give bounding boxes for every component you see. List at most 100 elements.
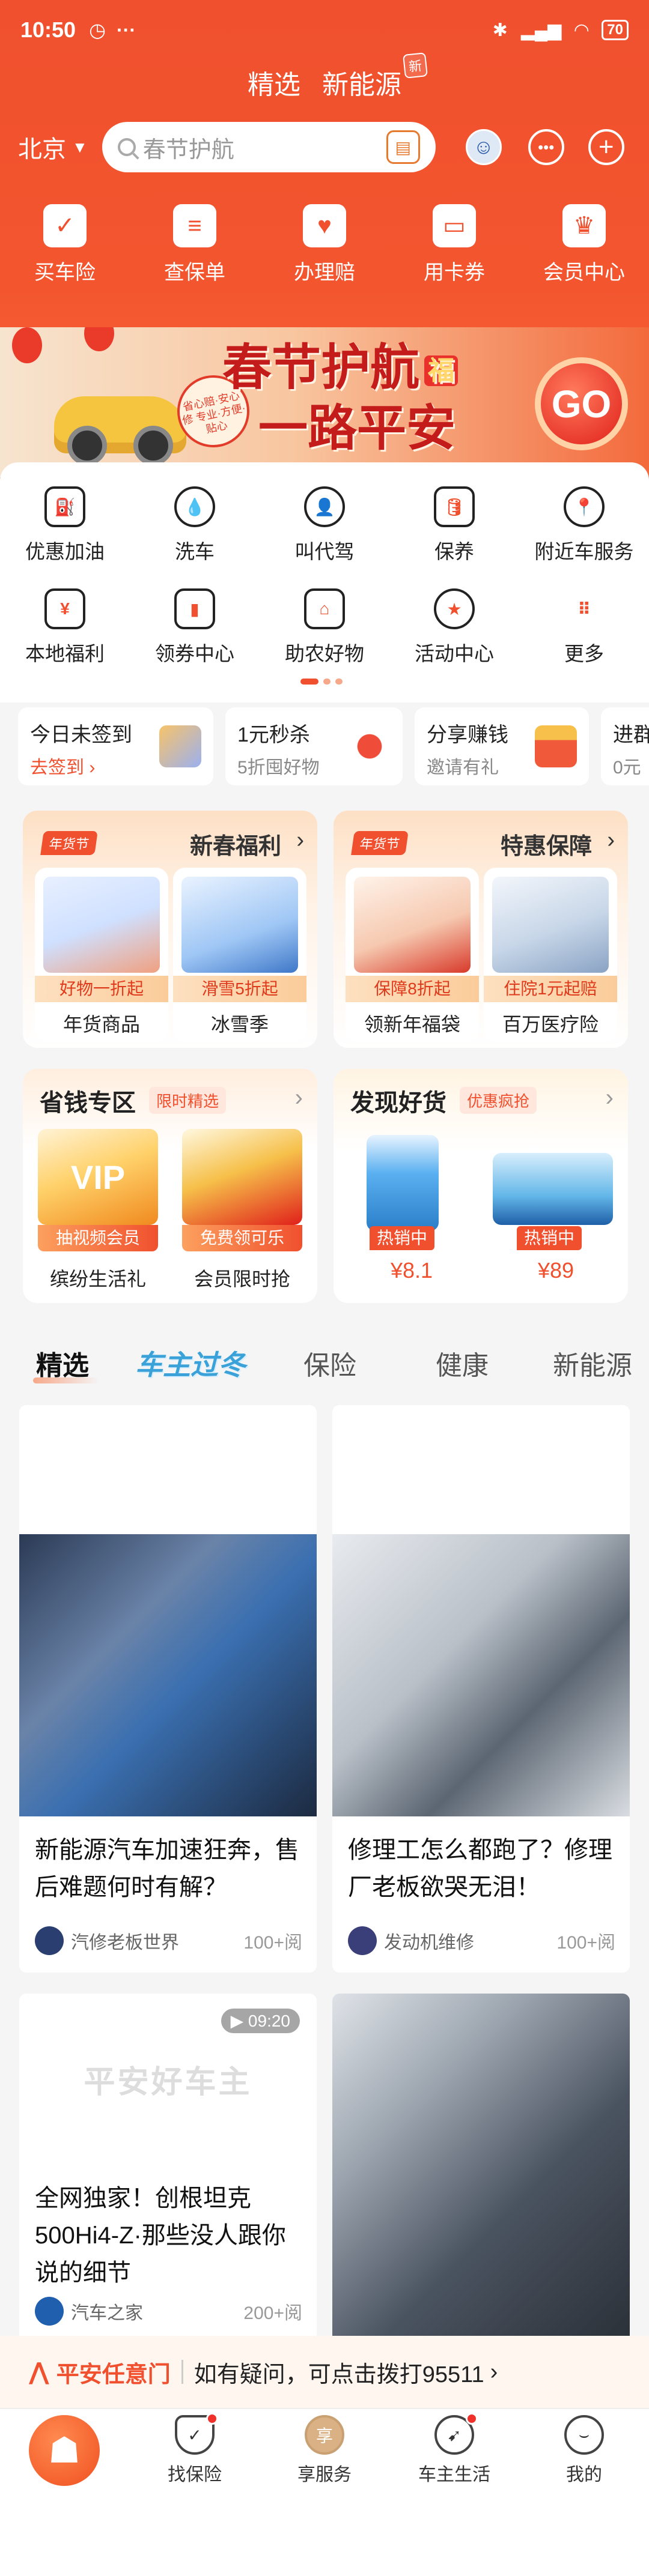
washer-fluid-image (367, 1135, 439, 1231)
service-farm-goods[interactable]: ⌂ 助农好物 (260, 588, 389, 667)
chevron-right-icon: › (296, 827, 304, 853)
city-selector[interactable]: 北京 ▼ (18, 130, 88, 165)
quick-actions: ✓ 买车险 ≡ 查保单 ♥ 办理赔 ▭ 用卡券 ♛ 会员中心 (0, 204, 649, 285)
deal-lucky-bag[interactable]: 保障8折起 领新年福袋 (346, 868, 479, 1042)
tab-new-energy[interactable]: 新能源 新 (322, 52, 428, 101)
vip-gift-image: VIP (38, 1129, 158, 1225)
car-wash-icon: 💧 (174, 486, 215, 527)
nav-mine[interactable]: ⌣ 我的 (519, 2415, 649, 2486)
service-more[interactable]: ⠿ 更多 (519, 588, 649, 667)
help-hint-bar[interactable]: ⋀ 平安任意门 如有疑问，可点击拨打95511 › (0, 2336, 649, 2408)
assistant-robot-icon[interactable]: ☺ (465, 129, 502, 165)
oil-bottle-icon: 🛢 (434, 486, 475, 527)
home-logo-icon[interactable]: ☗ (29, 2415, 100, 2486)
profile-face-icon: ⌣ (564, 2415, 604, 2455)
plus-icon[interactable]: + (588, 129, 624, 165)
gift-box-icon (535, 725, 577, 767)
shield-icon: ✓ (175, 2413, 218, 2455)
shield-check-icon: ✓ (43, 204, 87, 247)
avatar (35, 1926, 64, 1955)
tab-health[interactable]: 健康 (436, 1344, 489, 1382)
article-card[interactable] (332, 1994, 630, 2354)
tab-featured[interactable]: 精选 (248, 63, 300, 101)
quick-member-center[interactable]: ♛ 会员中心 (519, 204, 649, 285)
quick-buy-insurance[interactable]: ✓ 买车险 (0, 204, 130, 285)
article-card-video[interactable]: ▶ 09:20 平安好车主 全网独家！创根坦克500Hi4-Z·那些没人跟你说的… (19, 1994, 317, 2354)
flash-sale-icon (349, 725, 391, 767)
tab-winter-car[interactable]: 车主过冬 (135, 1343, 246, 1383)
chevron-right-icon: › (605, 1084, 614, 1111)
service-coupon-center[interactable]: ▮ 领券中心 (130, 588, 260, 667)
banner-title: 春节护航福 一路平安 (222, 339, 499, 458)
tab-new-energy-content[interactable]: 新能源 (553, 1344, 632, 1382)
car-illustration (54, 396, 186, 465)
search-icon (117, 138, 136, 156)
service-maintenance[interactable]: 🛢 保养 (389, 486, 519, 564)
service-car-wash[interactable]: 💧 洗车 (130, 486, 260, 564)
quick-claims[interactable]: ♥ 办理赔 (260, 204, 389, 285)
good-finds-card[interactable]: 发现好货 优惠疯抢 › 热销中 ¥8.1 热销中 ¥89 (334, 1069, 628, 1303)
nav-find-insurance[interactable]: ✓ 找保险 (130, 2413, 260, 2486)
deal-newyear-goods[interactable]: 好物一折起 年货商品 (35, 868, 168, 1042)
quick-coupons[interactable]: ▭ 用卡券 (389, 204, 519, 285)
promo-banner[interactable]: 省心赔·安心修 专业·方便·贴心 春节护航福 一路平安 GO (0, 327, 649, 477)
banner-go-button[interactable]: GO (535, 357, 628, 450)
technician-photo (332, 1534, 630, 1816)
chevron-right-icon: › (294, 1084, 303, 1111)
savings-zone-card[interactable]: 省钱专区 限时精选 › VIP 抽视频会员 缤纷生活礼 免费领可乐 会员限时抢 (23, 1069, 317, 1303)
video-duration-badge: ▶ 09:20 (221, 2009, 300, 2033)
gesture-area (0, 2498, 649, 2576)
deal-ice-snow[interactable]: 滑雪5折起 冰雪季 (173, 868, 306, 1042)
status-bar: 10:50 ◷ ··· ✱ ▂▄▆ ◠ 70 (0, 0, 649, 60)
notification-dot (466, 2413, 478, 2425)
grid-more-icon: ⠿ (577, 599, 591, 618)
caret-down-icon: ▼ (72, 138, 88, 156)
new-year-benefits-card[interactable]: 年货节 新春福利 › 好物一折起 年货商品 滑雪5折起 冰雪季 (23, 811, 317, 1048)
top-tabs: 精选 新能源 新 (0, 52, 649, 101)
tab-insurance[interactable]: 保险 (303, 1344, 356, 1382)
header: 10:50 ◷ ··· ✱ ▂▄▆ ◠ 70 精选 新能源 新 北京 ▼ 春节护… (0, 0, 649, 480)
grid-pagination (300, 679, 343, 685)
compass-icon: ➹ (434, 2413, 478, 2455)
scan-icon[interactable]: ▤ (386, 130, 420, 164)
document-icon: ≡ (173, 204, 216, 247)
article-card[interactable]: 新能源汽车加速狂奔，售后难题何时有解？ 汽修老板世界 100+阅 (19, 1405, 317, 1973)
limited-tag: 限时精选 (149, 1087, 227, 1114)
article-card[interactable]: 修理工怎么都跑了？修理厂老板欲哭无泪！ 发动机维修 100+阅 (332, 1405, 630, 1973)
promo-share[interactable]: 分享赚钱 邀请有礼 (415, 707, 589, 785)
service-icon: 享 (305, 2415, 344, 2455)
discount-tag: 优惠疯抢 (460, 1087, 537, 1114)
promo-strip: 今日未签到 去签到 › 1元秒杀 5折囤好物 分享赚钱 邀请有礼 进群 0元 (0, 706, 649, 790)
gift-basket-image (43, 877, 160, 973)
signal-icon: ▂▄▆ (520, 20, 562, 40)
location-pin-icon: 📍 (564, 486, 605, 527)
service-local-benefits[interactable]: ¥ 本地福利 (0, 588, 130, 667)
service-activity-center[interactable]: ★ 活动中心 (389, 588, 519, 667)
promo-join-group[interactable]: 进群 0元 (601, 707, 649, 785)
promo-flash-sale[interactable]: 1元秒杀 5折囤好物 (225, 707, 403, 785)
special-protection-card[interactable]: 年货节 特惠保障 › 保障8折起 领新年福袋 住院1元起赔 百万医疗险 (334, 811, 628, 1048)
deal-medical-insurance[interactable]: 住院1元起赔 百万医疗险 (484, 868, 617, 1042)
service-fuel[interactable]: ⛽ 优惠加油 (0, 486, 130, 564)
promo-checkin[interactable]: 今日未签到 去签到 › (18, 707, 213, 785)
search-input[interactable]: 春节护航 ▤ (102, 122, 436, 172)
nav-services[interactable]: 享 享服务 (260, 2415, 389, 2486)
service-driver[interactable]: 👤 叫代驾 (260, 486, 389, 564)
message-icon[interactable]: ••• (528, 129, 564, 165)
notification-dot (206, 2413, 218, 2425)
driver-icon: 👤 (304, 486, 345, 527)
search-row: 北京 ▼ 春节护航 ▤ ☺ ••• + (0, 120, 649, 174)
detergent-pack-image (493, 1153, 613, 1225)
chevron-right-icon: › (607, 827, 615, 853)
star-circle-icon: ★ (434, 588, 475, 629)
quick-check-policy[interactable]: ≡ 查保单 (130, 204, 260, 285)
tab-selected-content[interactable]: 精选 (36, 1344, 89, 1382)
nav-car-life[interactable]: ➹ 车主生活 (389, 2413, 519, 2486)
crown-icon: ♛ (562, 204, 606, 247)
bottom-nav: ☗ ✓ 找保险 享 享服务 ➹ 车主生活 ⌣ 我的 (0, 2408, 649, 2498)
service-nearby[interactable]: 📍 附近车服务 (519, 486, 649, 564)
soda-basket-image (182, 1129, 302, 1225)
mechanic-photo (19, 1534, 317, 1816)
farm-house-icon: ⌂ (304, 588, 345, 629)
fuel-icon: ⛽ (44, 486, 85, 527)
